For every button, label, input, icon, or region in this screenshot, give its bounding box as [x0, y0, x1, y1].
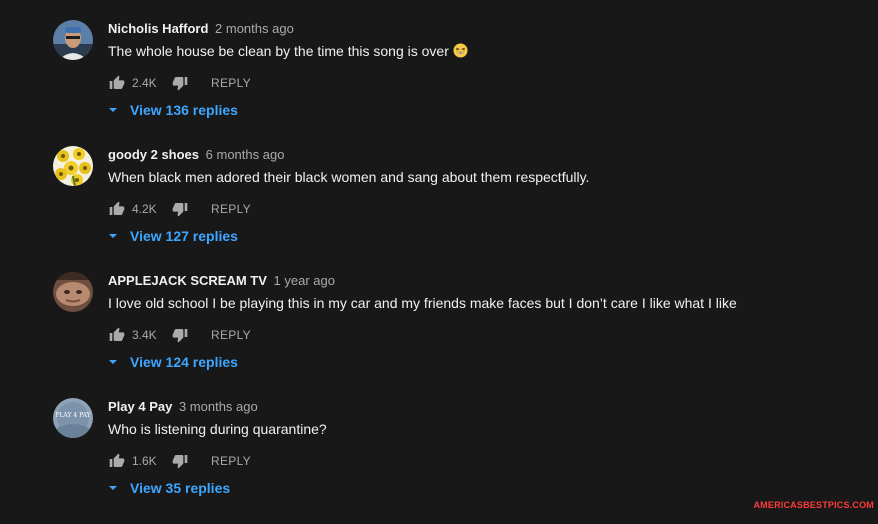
comment-time[interactable]: 1 year ago: [274, 273, 335, 288]
caret-down-icon: [108, 231, 118, 241]
thumbs-down-icon[interactable]: [171, 326, 189, 344]
comment-actions: 1.6K REPLY: [108, 451, 251, 471]
comment-thread: PLAY 4 PAY Play 4 Pay 3 months ago Who i…: [0, 398, 878, 524]
view-replies-label: View 124 replies: [130, 354, 238, 370]
view-replies-button[interactable]: View 127 replies: [108, 226, 238, 246]
comment-text: When black men adored their black women …: [108, 169, 590, 185]
like-count: 2.4K: [132, 76, 157, 90]
thumbs-up-icon[interactable]: [108, 452, 126, 470]
comment-time[interactable]: 6 months ago: [206, 147, 285, 162]
comment-text: Who is listening during quarantine?: [108, 421, 327, 437]
comment-actions: 4.2K REPLY: [108, 199, 251, 219]
comment-time[interactable]: 3 months ago: [179, 399, 258, 414]
comment-header: APPLEJACK SCREAM TV 1 year ago: [108, 272, 335, 290]
grinning-squinting-face-icon: [453, 43, 468, 58]
thumbs-up-icon[interactable]: [108, 326, 126, 344]
author-name[interactable]: Nicholis Hafford: [108, 21, 208, 36]
comment-header: Nicholis Hafford 2 months ago: [108, 20, 294, 38]
comment-header: goody 2 shoes 6 months ago: [108, 146, 284, 164]
reply-button[interactable]: REPLY: [211, 328, 251, 342]
watermark: AMERICASBESTPICS.COM: [753, 500, 874, 510]
avatar[interactable]: [53, 272, 93, 312]
view-replies-label: View 127 replies: [130, 228, 238, 244]
comment-text: I love old school I be playing this in m…: [108, 295, 737, 311]
comment-thread: goody 2 shoes 6 months ago When black me…: [0, 146, 878, 272]
view-replies-button[interactable]: View 35 replies: [108, 478, 230, 498]
like-count: 4.2K: [132, 202, 157, 216]
reply-button[interactable]: REPLY: [211, 76, 251, 90]
like-count: 3.4K: [132, 328, 157, 342]
comment-text-body: The whole house be clean by the time thi…: [108, 43, 449, 59]
comment-header: Play 4 Pay 3 months ago: [108, 398, 258, 416]
comment-text: The whole house be clean by the time thi…: [108, 41, 468, 61]
view-replies-label: View 136 replies: [130, 102, 238, 118]
thumbs-down-icon[interactable]: [171, 74, 189, 92]
caret-down-icon: [108, 483, 118, 493]
author-name[interactable]: goody 2 shoes: [108, 147, 199, 162]
thumbs-down-icon[interactable]: [171, 452, 189, 470]
view-replies-button[interactable]: View 136 replies: [108, 100, 238, 120]
avatar[interactable]: PLAY 4 PAY: [53, 398, 93, 438]
avatar[interactable]: [53, 146, 93, 186]
thumbs-down-icon[interactable]: [171, 200, 189, 218]
like-count: 1.6K: [132, 454, 157, 468]
author-name[interactable]: APPLEJACK SCREAM TV: [108, 273, 267, 288]
view-replies-label: View 35 replies: [130, 480, 231, 496]
reply-button[interactable]: REPLY: [211, 454, 251, 468]
author-name[interactable]: Play 4 Pay: [108, 399, 172, 414]
comment-actions: 2.4K REPLY: [108, 73, 251, 93]
avatar-text: PLAY 4 PAY: [55, 412, 91, 419]
thumbs-up-icon[interactable]: [108, 200, 126, 218]
reply-button[interactable]: REPLY: [211, 202, 251, 216]
comment-thread: Nicholis Hafford 2 months ago The whole …: [0, 20, 878, 146]
avatar[interactable]: [53, 20, 93, 60]
caret-down-icon: [108, 105, 118, 115]
caret-down-icon: [108, 357, 118, 367]
thumbs-up-icon[interactable]: [108, 74, 126, 92]
comment-thread: APPLEJACK SCREAM TV 1 year ago I love ol…: [0, 272, 878, 398]
comment-time[interactable]: 2 months ago: [215, 21, 294, 36]
view-replies-button[interactable]: View 124 replies: [108, 352, 238, 372]
comment-actions: 3.4K REPLY: [108, 325, 251, 345]
